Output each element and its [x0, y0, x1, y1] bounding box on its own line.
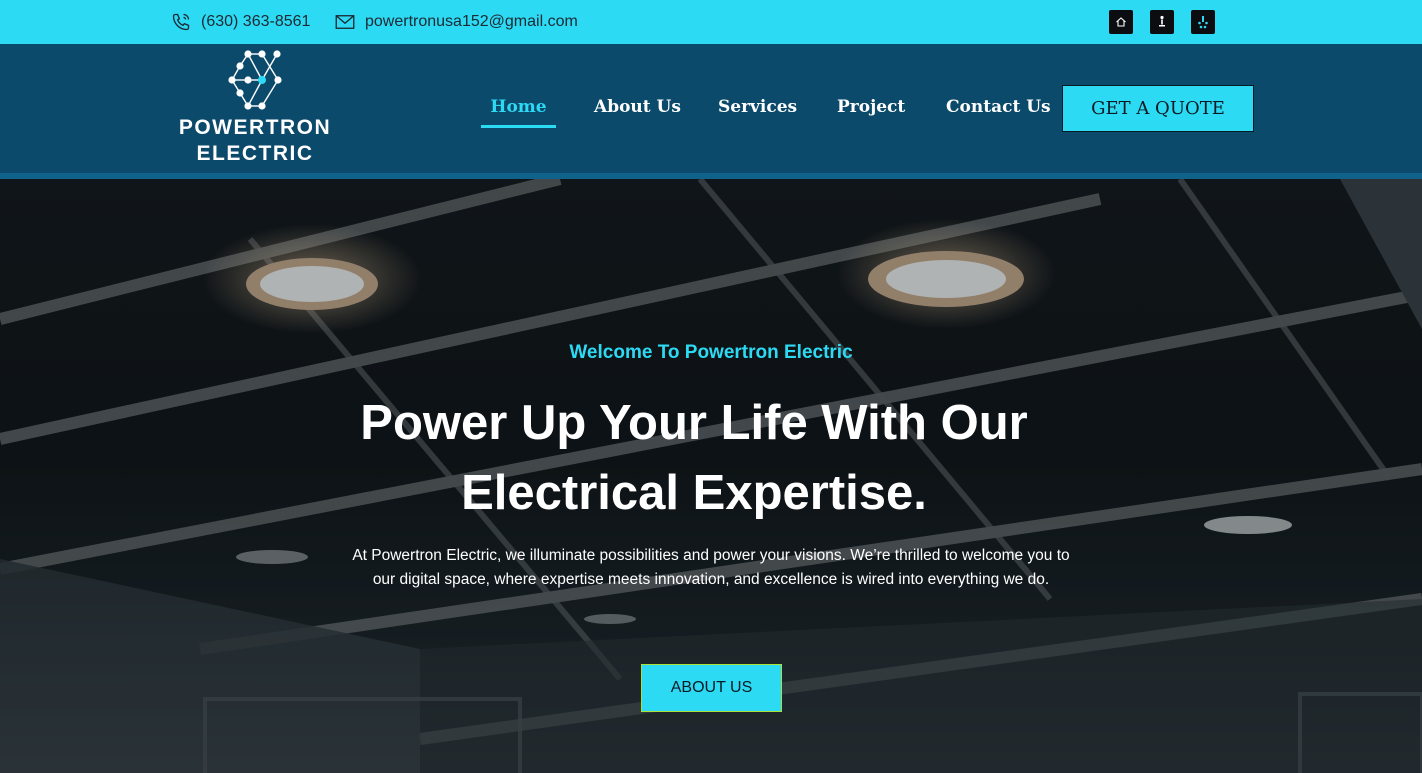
hero-eyebrow: Welcome To Powertron Electric: [569, 342, 853, 363]
brand-line-1: POWERTRON: [178, 116, 332, 139]
nav-contact-us[interactable]: Contact Us: [946, 85, 1051, 129]
envelope-icon: [335, 15, 355, 29]
powertron-logo-icon[interactable]: [222, 48, 288, 112]
phone-contact[interactable]: (630) 363-8561: [171, 0, 310, 44]
nav-project[interactable]: Project: [837, 85, 905, 129]
hero-description: At Powertron Electric, we illuminate pos…: [352, 547, 1070, 588]
hero-headline: Power Up Your Life With Our Electrical E…: [360, 396, 1028, 520]
figure-social-button[interactable]: [1150, 10, 1174, 34]
top-contact-bar: (630) 363-8561 powertronusa152@gmail.com: [0, 0, 1422, 44]
nav-active-indicator: [481, 125, 556, 128]
nav-about-us[interactable]: About Us: [594, 85, 681, 129]
phone-number[interactable]: (630) 363-8561: [201, 13, 310, 31]
email-address[interactable]: powertronusa152@gmail.com: [365, 13, 578, 31]
brand-line-2: ELECTRIC: [196, 142, 314, 165]
about-us-button[interactable]: ABOUT US: [641, 664, 782, 712]
brand-name[interactable]: POWERTRON ELECTRIC: [170, 115, 340, 167]
home-social-button[interactable]: [1109, 10, 1133, 34]
figure-icon: [1159, 15, 1165, 27]
email-contact[interactable]: powertronusa152@gmail.com: [335, 0, 578, 44]
yelp-icon: [1198, 16, 1208, 29]
get-a-quote-button[interactable]: GET A QUOTE: [1062, 85, 1254, 132]
nav-home[interactable]: Home: [481, 85, 556, 129]
nav-services[interactable]: Services: [718, 85, 797, 129]
home-icon: [1116, 17, 1126, 27]
yelp-social-button[interactable]: [1191, 10, 1215, 34]
phone-icon: [172, 13, 190, 31]
